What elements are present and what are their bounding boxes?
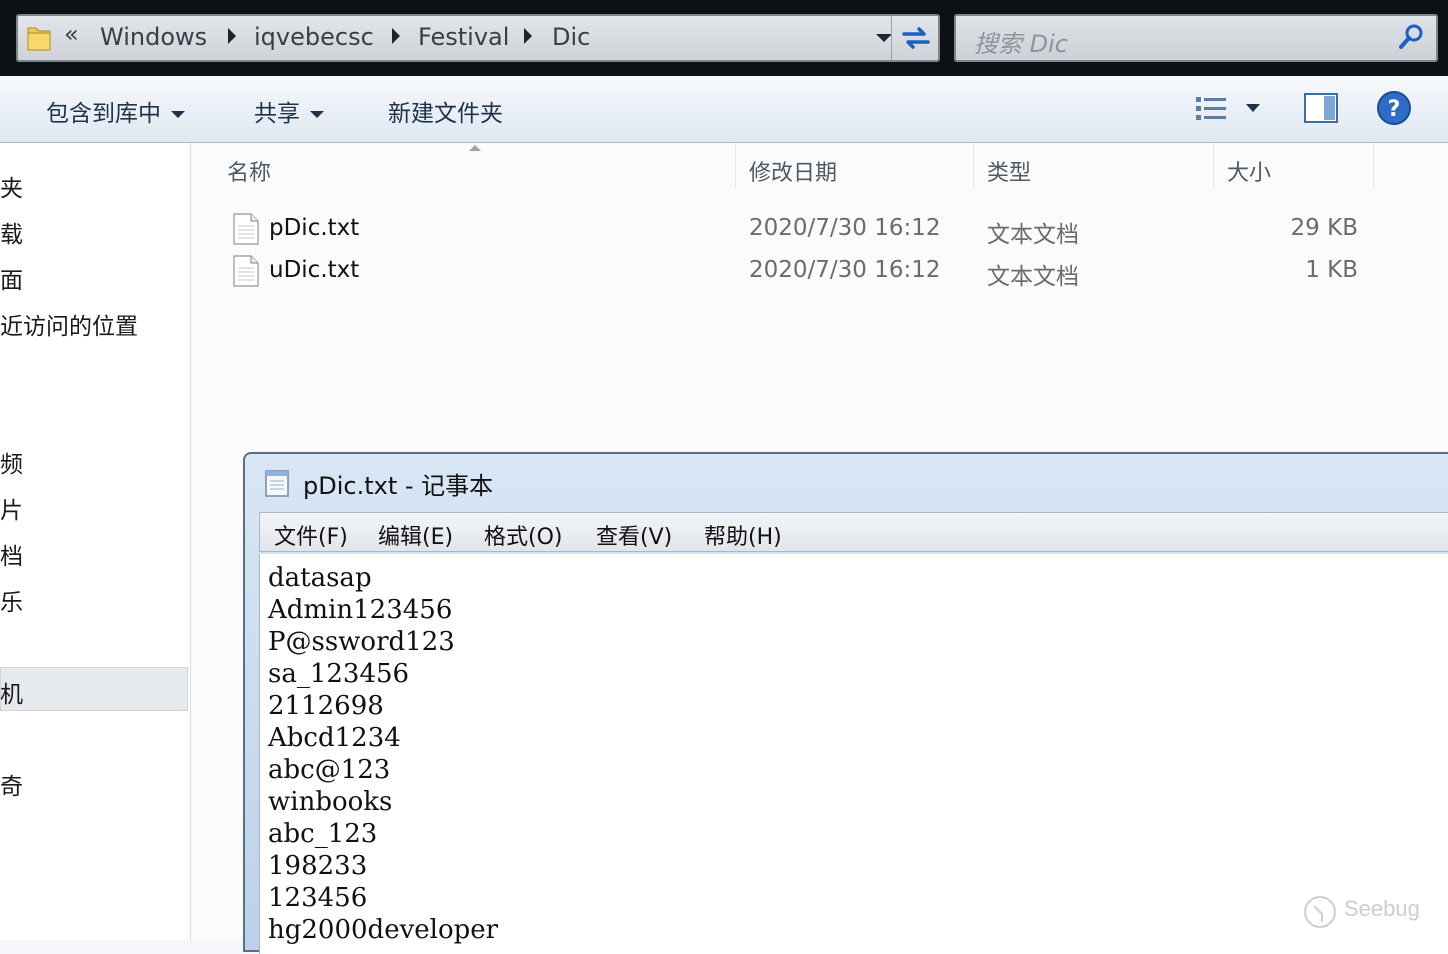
svg-text:?: ? bbox=[1388, 97, 1401, 122]
file-modified: 2020/7/30 16:12 bbox=[749, 215, 941, 241]
notepad-icon bbox=[265, 470, 289, 497]
breadcrumb-dic[interactable]: Dic bbox=[552, 23, 590, 51]
breadcrumb-windows[interactable]: Windows bbox=[100, 23, 207, 51]
search-input[interactable]: 搜索 Dic bbox=[974, 24, 1068, 59]
text-line: hg2000developer bbox=[268, 915, 499, 945]
text-line: 123456 bbox=[268, 883, 368, 913]
file-row[interactable]: uDic.txt 2020/7/30 16:12 文本文档 1 KB bbox=[191, 251, 1448, 291]
include-in-library-label: 包含到库中 bbox=[46, 101, 161, 127]
title-strip: « Windows iqvebecsc Festival Dic 搜索 Dic bbox=[0, 0, 1448, 76]
text-file-icon bbox=[233, 213, 259, 245]
search-box[interactable]: 搜索 Dic bbox=[954, 14, 1438, 62]
breadcrumb-festival[interactable]: Festival bbox=[418, 23, 509, 51]
nav-item-desktop[interactable]: 面 bbox=[0, 261, 23, 295]
seebug-logo-icon bbox=[1304, 896, 1336, 928]
text-line: 2112698 bbox=[268, 691, 384, 721]
seebug-watermark: Seebug bbox=[1302, 892, 1432, 932]
view-list-icon[interactable] bbox=[1194, 94, 1228, 122]
menu-help[interactable]: 帮助(H) bbox=[704, 519, 782, 551]
chevron-down-icon bbox=[310, 111, 324, 118]
text-file-icon bbox=[233, 255, 259, 287]
notepad-window[interactable]: pDic.txt - 记事本 文件(F) 编辑(E) 格式(O) 查看(V) 帮… bbox=[243, 452, 1448, 954]
breadcrumb-separator-icon[interactable] bbox=[228, 28, 236, 44]
column-header-modified[interactable]: 修改日期 bbox=[749, 155, 837, 187]
preview-pane-icon[interactable] bbox=[1304, 92, 1338, 124]
text-line: sa_123456 bbox=[268, 659, 410, 689]
text-line: 198233 bbox=[268, 851, 368, 881]
new-folder-button[interactable]: 新建文件夹 bbox=[388, 94, 503, 128]
share-label: 共享 bbox=[254, 101, 300, 127]
breadcrumb-separator-icon[interactable] bbox=[524, 28, 532, 44]
help-icon[interactable]: ? bbox=[1376, 90, 1412, 126]
file-name[interactable]: pDic.txt bbox=[269, 215, 359, 241]
file-size: 29 KB bbox=[1290, 215, 1358, 241]
nav-item-network[interactable]: 奇 bbox=[0, 767, 23, 801]
nav-item-recent-places[interactable]: 近访问的位置 bbox=[0, 307, 138, 341]
view-dropdown-icon[interactable] bbox=[1246, 104, 1260, 112]
file-modified: 2020/7/30 16:12 bbox=[749, 257, 941, 283]
menu-edit[interactable]: 编辑(E) bbox=[378, 519, 453, 551]
command-toolbar: 包含到库中 共享 新建文件夹 ? bbox=[0, 76, 1448, 143]
include-in-library-button[interactable]: 包含到库中 bbox=[46, 94, 185, 128]
breadcrumb-overflow[interactable]: « bbox=[64, 20, 79, 48]
nav-item-computer[interactable]: 机 bbox=[0, 675, 23, 709]
search-icon[interactable] bbox=[1396, 22, 1426, 52]
menu-file[interactable]: 文件(F) bbox=[274, 519, 348, 551]
text-line: Abcd1234 bbox=[268, 723, 401, 753]
nav-item-pictures[interactable]: 片 bbox=[0, 491, 23, 525]
file-type: 文本文档 bbox=[987, 264, 1079, 290]
column-divider[interactable] bbox=[735, 143, 736, 187]
breadcrumb-separator-icon[interactable] bbox=[392, 28, 400, 44]
text-line: abc_123 bbox=[268, 819, 378, 849]
text-line: P@ssword123 bbox=[268, 627, 455, 657]
nav-item-videos[interactable]: 频 bbox=[0, 445, 23, 479]
navigation-pane: 夹 载 面 近访问的位置 频 片 档 乐 机 奇 bbox=[0, 143, 191, 940]
sort-ascending-icon bbox=[469, 145, 481, 151]
column-header-name[interactable]: 名称 bbox=[227, 155, 271, 187]
file-size: 1 KB bbox=[1305, 257, 1358, 283]
address-bar[interactable]: « Windows iqvebecsc Festival Dic bbox=[16, 14, 940, 62]
text-line: datasap bbox=[268, 563, 372, 593]
file-type: 文本文档 bbox=[987, 222, 1079, 248]
column-header-size[interactable]: 大小 bbox=[1227, 155, 1271, 187]
notepad-menubar: 文件(F) 编辑(E) 格式(O) 查看(V) 帮助(H) bbox=[259, 512, 1448, 552]
nav-item-music[interactable]: 乐 bbox=[0, 583, 23, 617]
nav-selected-highlight bbox=[0, 667, 188, 711]
watermark-text: Seebug bbox=[1344, 896, 1420, 921]
nav-item-favorites[interactable]: 夹 bbox=[0, 169, 23, 203]
share-button[interactable]: 共享 bbox=[254, 94, 324, 128]
chevron-down-icon bbox=[171, 111, 185, 118]
column-divider[interactable] bbox=[973, 143, 974, 187]
address-divider bbox=[891, 16, 892, 60]
text-line: Admin123456 bbox=[268, 595, 453, 625]
column-divider[interactable] bbox=[1213, 143, 1214, 187]
text-line: winbooks bbox=[268, 787, 393, 817]
address-dropdown-icon[interactable] bbox=[876, 34, 892, 42]
menu-format[interactable]: 格式(O) bbox=[484, 519, 562, 551]
nav-item-documents[interactable]: 档 bbox=[0, 537, 23, 571]
column-header-type[interactable]: 类型 bbox=[987, 155, 1031, 187]
menu-view[interactable]: 查看(V) bbox=[596, 519, 672, 551]
notepad-title: pDic.txt - 记事本 bbox=[303, 472, 494, 500]
text-line: abc@123 bbox=[268, 755, 391, 785]
file-name[interactable]: uDic.txt bbox=[269, 257, 359, 283]
refresh-icon[interactable] bbox=[894, 18, 938, 58]
notepad-text-area[interactable]: datasap Admin123456 P@ssword123 sa_12345… bbox=[259, 554, 1448, 954]
file-row[interactable]: pDic.txt 2020/7/30 16:12 文本文档 29 KB bbox=[191, 209, 1448, 249]
nav-item-downloads[interactable]: 载 bbox=[0, 215, 23, 249]
column-divider[interactable] bbox=[1373, 143, 1374, 187]
folder-icon bbox=[27, 27, 51, 51]
breadcrumb-iqvebecsc[interactable]: iqvebecsc bbox=[254, 23, 374, 51]
